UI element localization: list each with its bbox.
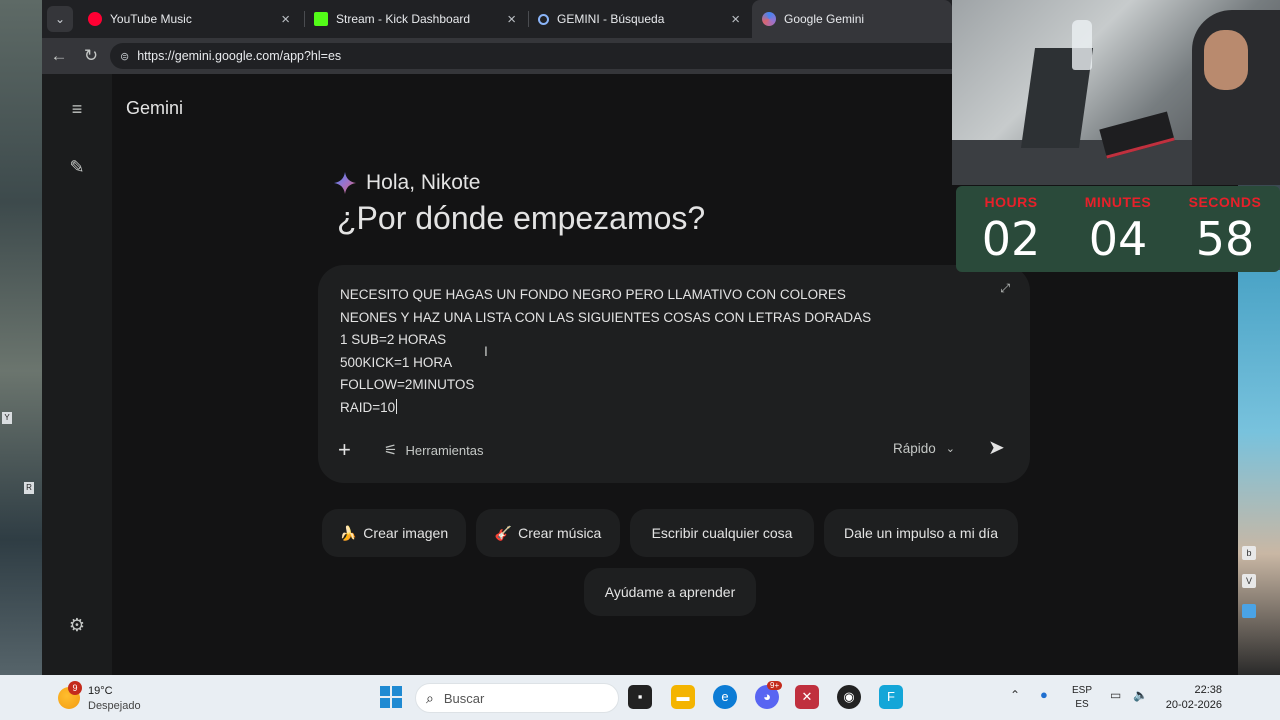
chevron-up-icon[interactable]: ⌃ [1010,688,1020,702]
close-tab-icon[interactable]: × [731,11,740,28]
tab-google-gemini[interactable]: Google Gemini [752,0,952,38]
prompt-line: 500KICK=1 HORA [340,354,453,370]
desktop-icon[interactable]: R [24,482,34,494]
tools-icon: ⚟ [384,442,398,459]
tab-kick-dashboard[interactable]: Stream - Kick Dashboard × [304,0,526,38]
desktop-background-right: b V [1238,270,1280,675]
kick-icon [314,12,328,26]
taskbar-search[interactable]: ⌕ Buscar [415,683,619,713]
desktop-icon[interactable]: b [1242,546,1256,560]
volume-icon[interactable]: 🔈 [1133,688,1148,702]
network-icon[interactable]: ▭ [1110,688,1121,702]
desktop-icon[interactable]: Y [2,412,12,424]
desktop-background-left: Y R [0,0,42,675]
start-button[interactable] [380,686,402,708]
search-icon [538,13,549,25]
page-title: ¿Por dónde empezamos? [337,200,706,236]
chip-label: Crear imagen [363,525,449,541]
game-app-icon[interactable]: ✕ [795,685,819,709]
gemini-sparkle-icon [334,172,356,194]
settings-icon[interactable]: ⚙ [64,612,90,638]
chip-aprender[interactable]: Ayúdame a aprender [584,568,756,616]
weather-badge: 9 [68,681,82,695]
stream-timer: HOURS 02 MINUTES 04 SECONDS 58 [956,186,1280,272]
chip-escribir[interactable]: Escribir cualquier cosa [630,509,814,557]
close-tab-icon[interactable]: × [507,11,516,28]
prompt-line: NEONES Y HAZ UNA LISTA CON LAS SIGUIENTE… [340,309,872,325]
taskbar: 9 19°C Despejado ⌕ Buscar ▪ ▬ e ◕ 9+ ✕ ◉… [0,675,1280,720]
prompt-line: 1 SUB=2 HORAS [340,332,447,347]
timer-minutes: MINUTES 04 [1084,194,1152,266]
discord-badge: 9+ [767,681,783,690]
send-icon[interactable]: ➤ [988,435,1005,460]
chip-label: Ayúdame a aprender [604,584,736,600]
address-bar[interactable]: ⊜ https://gemini.google.com/app?hl=es [110,43,970,69]
task-view-icon[interactable]: ▪ [628,685,652,709]
desktop-icon[interactable] [1242,604,1256,618]
back-icon[interactable]: ← [44,41,74,71]
obs-icon[interactable]: ◉ [837,685,861,709]
model-mode-picker[interactable]: Rápido ⌄ [893,441,955,456]
text-caret [396,398,398,414]
chip-label: Crear música [518,525,602,541]
expand-icon[interactable]: ⤢ [1000,281,1010,296]
prompt-line: NECESITO QUE HAGAS UN FONDO NEGRO PERO L… [340,287,846,302]
chip-label: Escribir cualquier cosa [651,525,793,541]
side-rail: ≡ ✎ ⚙ [42,74,112,675]
desktop-icon[interactable]: V [1242,574,1256,588]
file-explorer-icon[interactable]: ▬ [671,685,695,709]
greeting-text: Hola, Nikote [366,171,481,194]
gemini-icon [762,12,776,26]
tools-button[interactable]: ⚟ Herramientas [384,441,483,459]
url-text: https://gemini.google.com/app?hl=es [137,49,342,63]
prompt-composer: NECESITO QUE HAGAS UN FONDO NEGRO PERO L… [318,265,1030,483]
microphone-icon[interactable]: ● [1040,687,1048,702]
search-icon: ⌕ [426,689,434,706]
chevron-down-icon: ⌄ [945,443,955,455]
chip-impulso[interactable]: Dale un impulso a mi día [824,509,1018,557]
prompt-line: RAID=10 [340,399,396,415]
add-file-button[interactable]: + [338,439,351,461]
youtube-music-icon [88,12,102,26]
ibeam-cursor-icon: I [484,343,488,359]
tab-youtube-music[interactable]: YouTube Music × [78,0,300,38]
chip-crear-musica[interactable]: 🎸 Crear música [476,509,620,557]
language-indicator[interactable]: ESP ES [1072,684,1092,712]
guitar-icon: 🎸 [494,524,513,541]
tab-gemini-busqueda[interactable]: GEMINI - Búsqueda × [528,0,750,38]
menu-icon[interactable]: ≡ [64,96,90,122]
app-f-icon[interactable]: F [879,685,903,709]
reload-icon[interactable]: ↻ [76,41,106,71]
clock[interactable]: 22:38 20-02-2026 [1160,683,1222,713]
webcam-overlay [952,0,1280,185]
greeting: Hola, Nikote [334,171,480,195]
prompt-input[interactable]: NECESITO QUE HAGAS UN FONDO NEGRO PERO L… [340,284,871,419]
mode-label: Rápido [893,441,936,456]
prompt-line: FOLLOW=2MINUTOS [340,377,475,392]
tools-label: Herramientas [405,442,484,458]
new-chat-icon[interactable]: ✎ [64,154,90,180]
close-tab-icon[interactable]: × [281,11,290,28]
timer-seconds: SECONDS 58 [1188,194,1262,266]
edge-icon[interactable]: e [713,685,737,709]
timer-hours: HOURS 02 [981,194,1041,266]
tab-search-button[interactable]: ⌄ [47,6,73,32]
chip-label: Dale un impulso a mi día [843,525,999,541]
chip-crear-imagen[interactable]: 🍌 Crear imagen [322,509,466,557]
site-info-icon[interactable]: ⊜ [120,50,129,63]
banana-icon: 🍌 [339,524,358,541]
